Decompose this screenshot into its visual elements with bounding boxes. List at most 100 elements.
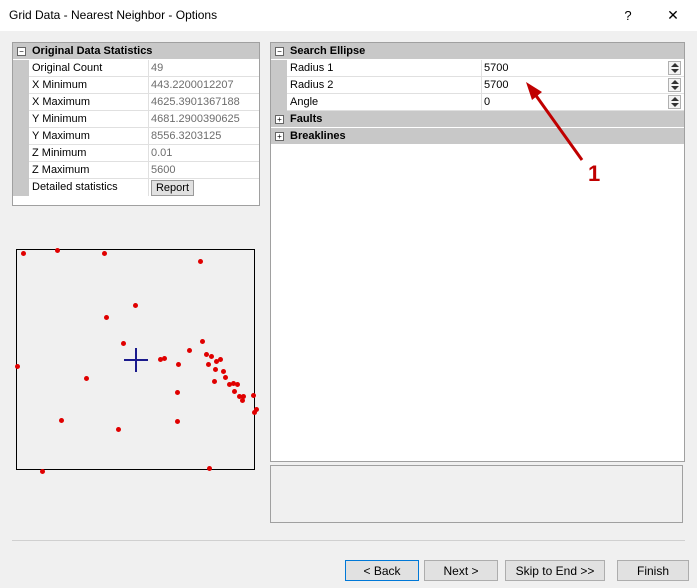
data-point xyxy=(220,368,226,374)
option-row-angle[interactable]: Angle 0 xyxy=(271,94,684,111)
spin-up-icon[interactable] xyxy=(671,80,679,84)
stat-row: Z Maximum 5600 xyxy=(13,162,259,179)
data-point xyxy=(239,397,245,403)
stat-name: Z Maximum xyxy=(32,164,90,176)
stats-section-header[interactable]: − Original Data Statistics xyxy=(13,43,259,59)
finish-button[interactable]: Finish xyxy=(617,560,689,581)
data-point xyxy=(203,351,209,357)
stat-name: X Maximum xyxy=(32,96,91,108)
data-point xyxy=(206,465,212,471)
radius-2-input[interactable]: 5700 xyxy=(484,79,508,91)
skip-to-end-button[interactable]: Skip to End >> xyxy=(505,560,605,581)
faults-header[interactable]: + Faults xyxy=(271,111,684,127)
divider xyxy=(12,540,685,541)
data-point xyxy=(20,250,26,256)
option-row-radius-2[interactable]: Radius 2 5700 xyxy=(271,77,684,94)
data-point xyxy=(217,356,223,362)
data-point xyxy=(14,363,20,369)
spinner[interactable] xyxy=(668,78,681,92)
data-point xyxy=(58,417,64,423)
spin-down-icon[interactable] xyxy=(671,69,679,73)
data-point xyxy=(83,375,89,381)
stat-row: Y Maximum 8556.3203125 xyxy=(13,128,259,145)
stat-row: X Minimum 443.2200012207 xyxy=(13,77,259,94)
option-name: Radius 2 xyxy=(290,79,334,91)
stat-name: Detailed statistics xyxy=(32,181,118,193)
report-button[interactable]: Report xyxy=(151,180,194,196)
stat-value: 5600 xyxy=(151,164,176,176)
option-row-radius-1[interactable]: Radius 1 5700 xyxy=(271,60,684,77)
help-button[interactable]: ? xyxy=(612,0,644,31)
stat-value: 8556.3203125 xyxy=(151,130,222,142)
stat-row: X Maximum 4625.3901367188 xyxy=(13,94,259,111)
spin-down-icon[interactable] xyxy=(671,103,679,107)
statistics-panel: − Original Data Statistics Original Coun… xyxy=(12,42,260,206)
window-title: Grid Data - Nearest Neighbor - Options xyxy=(9,8,218,22)
option-name: Radius 1 xyxy=(290,62,334,74)
spin-up-icon[interactable] xyxy=(671,63,679,67)
data-point xyxy=(115,426,121,432)
data-point xyxy=(197,258,203,264)
search-ellipse-header[interactable]: − Search Ellipse xyxy=(271,43,684,59)
stats-section-title: Original Data Statistics xyxy=(32,45,153,57)
stat-name: Y Minimum xyxy=(32,113,87,125)
data-point xyxy=(39,468,45,474)
collapse-icon[interactable]: − xyxy=(17,47,26,56)
data-point xyxy=(234,381,240,387)
data-point xyxy=(174,418,180,424)
stat-row: Original Count 49 xyxy=(13,60,259,77)
spinner[interactable] xyxy=(668,95,681,109)
data-point xyxy=(211,378,217,384)
data-point xyxy=(251,409,257,415)
crosshair-icon xyxy=(135,348,137,372)
stat-name: X Minimum xyxy=(32,79,88,91)
back-button[interactable]: < Back xyxy=(345,560,419,581)
data-point xyxy=(120,340,126,346)
data-point xyxy=(175,361,181,367)
data-point xyxy=(132,302,138,308)
data-point xyxy=(103,314,109,320)
stat-name: Y Maximum xyxy=(32,130,90,142)
angle-input[interactable]: 0 xyxy=(484,96,490,108)
collapse-icon[interactable]: − xyxy=(275,47,284,56)
stat-value: 49 xyxy=(151,62,164,74)
stat-value: 443.2200012207 xyxy=(151,79,234,91)
annotation-number: 1 xyxy=(588,161,601,186)
expand-icon[interactable]: + xyxy=(275,115,284,124)
stat-row: Detailed statistics xyxy=(13,179,259,196)
close-button[interactable]: ✕ xyxy=(657,0,689,31)
next-button[interactable]: Next > xyxy=(424,560,498,581)
data-point xyxy=(54,247,60,253)
stat-value: 0.01 xyxy=(151,147,173,159)
data-point xyxy=(205,361,211,367)
data-point xyxy=(212,366,218,372)
data-point xyxy=(101,250,107,256)
data-point xyxy=(208,353,214,359)
data-point xyxy=(222,374,228,380)
data-point xyxy=(174,389,180,395)
data-point xyxy=(186,347,192,353)
spin-down-icon[interactable] xyxy=(671,86,679,90)
section-title: Breaklines xyxy=(290,130,346,142)
radius-1-input[interactable]: 5700 xyxy=(484,62,508,74)
stat-row: Y Minimum 4681.2900390625 xyxy=(13,111,259,128)
description-box xyxy=(270,465,683,523)
stat-value: 4625.3901367188 xyxy=(151,96,240,108)
breaklines-header[interactable]: + Breaklines xyxy=(271,128,684,144)
section-title: Search Ellipse xyxy=(290,45,366,57)
data-point xyxy=(161,355,167,361)
stat-row: Z Minimum 0.01 xyxy=(13,145,259,162)
data-point xyxy=(250,392,256,398)
section-title: Faults xyxy=(290,113,323,125)
stat-name: Original Count xyxy=(32,62,103,74)
stat-value: 4681.2900390625 xyxy=(151,113,240,125)
data-point xyxy=(231,388,237,394)
spinner[interactable] xyxy=(668,61,681,75)
option-name: Angle xyxy=(290,96,319,108)
expand-icon[interactable]: + xyxy=(275,132,284,141)
options-panel: − Search Ellipse Radius 1 5700 Radius 2 … xyxy=(270,42,685,462)
data-point xyxy=(199,338,205,344)
spin-up-icon[interactable] xyxy=(671,97,679,101)
annotation-arrow-icon xyxy=(526,82,584,161)
stat-name: Z Minimum xyxy=(32,147,87,159)
